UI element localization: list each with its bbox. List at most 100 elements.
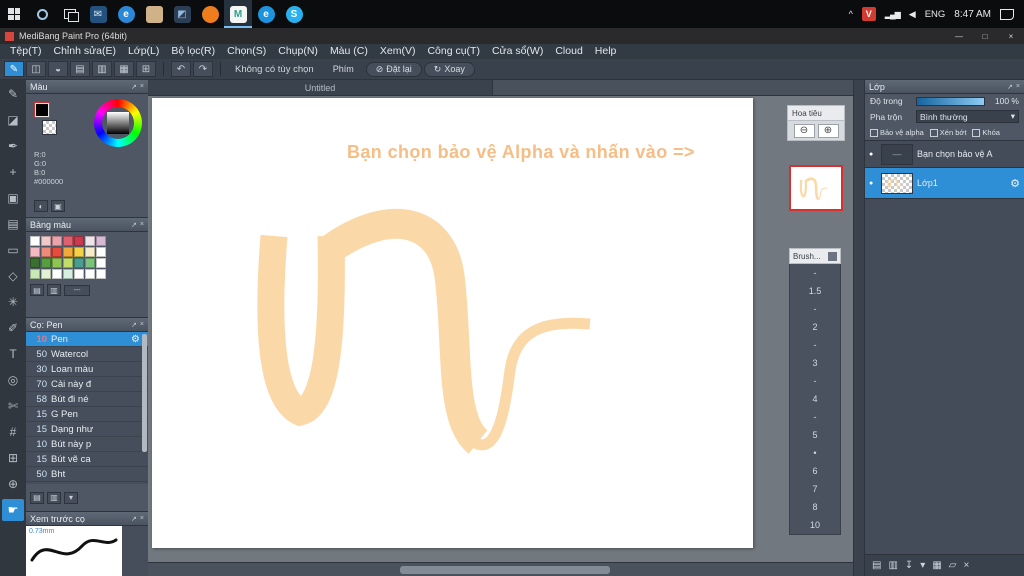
palette-swatch[interactable] bbox=[85, 258, 95, 268]
float-panel-icon[interactable]: ↗ bbox=[131, 321, 137, 329]
redo-button[interactable]: ↷ bbox=[193, 61, 213, 77]
brush-item[interactable]: 58 Bút đi né bbox=[26, 392, 148, 407]
palette-swatch[interactable] bbox=[96, 247, 106, 257]
document-tab[interactable]: Untitled bbox=[148, 80, 493, 95]
task-view-button[interactable] bbox=[56, 0, 84, 28]
menu-item[interactable]: Lớp(L) bbox=[122, 44, 165, 59]
protect-alpha-checkbox[interactable]: Bảo vệ alpha bbox=[870, 128, 924, 137]
taskbar-app-skype[interactable]: S bbox=[280, 0, 308, 28]
move-tool[interactable]: + bbox=[2, 161, 24, 183]
taskbar-app-medibang-paint[interactable]: M bbox=[224, 0, 252, 28]
menu-item[interactable]: Chọn(S) bbox=[221, 44, 272, 59]
brush-size-option[interactable]: 1.5 bbox=[790, 282, 840, 300]
notification-center-icon[interactable] bbox=[1000, 8, 1014, 20]
select-pen-tool[interactable]: ✐ bbox=[2, 317, 24, 339]
brush-size-option[interactable]: • bbox=[790, 444, 840, 462]
menu-item[interactable]: Công cụ(T) bbox=[421, 44, 486, 59]
palette-swatch[interactable] bbox=[63, 236, 73, 246]
menu-item[interactable]: Xem(V) bbox=[374, 44, 422, 59]
menu-item[interactable]: Help bbox=[589, 44, 623, 59]
lasso-tool[interactable]: ◇ bbox=[2, 265, 24, 287]
start-button[interactable] bbox=[0, 0, 28, 28]
zoom-out-button[interactable]: ⊖ bbox=[793, 123, 815, 138]
close-panel-icon[interactable]: × bbox=[140, 321, 144, 328]
dock-divider[interactable] bbox=[853, 80, 865, 576]
zoom-tool[interactable]: ⊕ bbox=[2, 473, 24, 495]
tray-chevron-icon[interactable]: ^ bbox=[849, 9, 853, 19]
palette-swatch[interactable] bbox=[30, 247, 40, 257]
search-button[interactable] bbox=[28, 0, 56, 28]
float-panel-icon[interactable]: ↗ bbox=[131, 221, 137, 229]
palette-swatch[interactable] bbox=[63, 258, 73, 268]
zoom-in-button[interactable]: ⊕ bbox=[817, 123, 839, 138]
brush-item[interactable]: 50 Watercol bbox=[26, 347, 148, 362]
palette-swatch[interactable] bbox=[63, 269, 73, 279]
add-brush[interactable]: ▤ bbox=[30, 491, 44, 504]
panel-scroll-button[interactable] bbox=[828, 251, 837, 261]
delete-brush[interactable]: ▥ bbox=[47, 491, 61, 504]
reset-button[interactable]: ⊘ Đặt lại bbox=[365, 61, 422, 77]
maximize-button[interactable]: □ bbox=[972, 28, 998, 44]
eyedropper-tool[interactable]: ◎ bbox=[2, 369, 24, 391]
add-swatch[interactable]: ▤ bbox=[30, 284, 44, 296]
close-panel-icon[interactable]: × bbox=[1016, 83, 1020, 90]
float-panel-icon[interactable]: ↗ bbox=[131, 83, 137, 91]
brush-item[interactable]: 10 Pen ⚙ bbox=[26, 332, 148, 347]
picker-mode[interactable]: ▣ bbox=[51, 200, 65, 212]
taskbar-app-mail[interactable]: ✉ bbox=[84, 0, 112, 28]
palette-swatch[interactable] bbox=[96, 236, 106, 246]
close-panel-icon[interactable]: × bbox=[140, 515, 144, 522]
new-layer-button[interactable]: ▤ bbox=[872, 560, 881, 571]
save-button[interactable]: ◫ bbox=[26, 61, 46, 77]
brush-size-option[interactable]: 7 bbox=[790, 480, 840, 498]
rotate-button[interactable]: ↻ Xoay bbox=[423, 61, 475, 77]
menu-item[interactable]: Cửa sổ(W) bbox=[486, 44, 549, 59]
palette-swatch[interactable] bbox=[41, 258, 51, 268]
menu-item[interactable]: Bộ lọc(R) bbox=[165, 44, 221, 59]
horizontal-scrollbar[interactable] bbox=[148, 562, 853, 576]
fill-tool[interactable]: ▣ bbox=[2, 187, 24, 209]
palette-swatch[interactable] bbox=[96, 258, 106, 268]
text-tool[interactable]: T bbox=[2, 343, 24, 365]
brush-item[interactable]: 15 Bút vẽ ca bbox=[26, 452, 148, 467]
palette-swatch[interactable] bbox=[30, 269, 40, 279]
brush-item[interactable]: 10 Bút này p bbox=[26, 437, 148, 452]
close-panel-icon[interactable]: × bbox=[140, 83, 144, 90]
eraser-tool[interactable]: ◪ bbox=[2, 109, 24, 131]
palette-swatch[interactable] bbox=[85, 247, 95, 257]
clipping-checkbox[interactable]: Xén bớt bbox=[929, 128, 966, 137]
brush-size-option[interactable]: - bbox=[790, 408, 840, 426]
brush-item[interactable]: 70 Cải này đ bbox=[26, 377, 148, 392]
brush-item[interactable]: 30 Loan màu bbox=[26, 362, 148, 377]
layout-left-button[interactable]: ▤ bbox=[70, 61, 90, 77]
taskbar-app-edge[interactable]: e bbox=[252, 0, 280, 28]
palette-swatch[interactable] bbox=[96, 269, 106, 279]
taskbar-app-firefox[interactable] bbox=[196, 0, 224, 28]
brush-size-option[interactable]: 4 bbox=[790, 390, 840, 408]
delete-layer-button[interactable]: × bbox=[963, 560, 969, 571]
brush-item[interactable]: 15 Dạng như bbox=[26, 422, 148, 437]
layer-settings-icon[interactable]: ⚙ bbox=[1010, 177, 1020, 190]
material-button[interactable]: ▦ bbox=[932, 560, 941, 571]
brush-size-option[interactable]: - bbox=[790, 264, 840, 282]
layer-visibility-toggle[interactable]: ● bbox=[869, 180, 877, 187]
brush-size-option[interactable]: 5 bbox=[790, 426, 840, 444]
float-panel-icon[interactable]: ↗ bbox=[131, 515, 137, 523]
palette-swatch[interactable] bbox=[30, 258, 40, 268]
drawing-canvas[interactable]: Bạn chọn bảo vệ Alpha và nhấn vào => bbox=[152, 98, 753, 548]
select-rect-tool[interactable]: ▭ bbox=[2, 239, 24, 261]
menu-item[interactable]: Cloud bbox=[549, 44, 588, 59]
palette-swatch[interactable] bbox=[52, 269, 62, 279]
gradient-tool[interactable]: ▤ bbox=[2, 213, 24, 235]
pen-tool[interactable]: ✒ bbox=[2, 135, 24, 157]
float-panel-icon[interactable]: ↗ bbox=[1007, 83, 1013, 91]
opacity-slider[interactable] bbox=[916, 96, 985, 106]
palette-swatch[interactable] bbox=[85, 236, 95, 246]
brush-settings-icon[interactable]: ⚙ bbox=[131, 334, 140, 345]
transfer-layer-button[interactable]: ↧ bbox=[905, 560, 913, 571]
brush-item[interactable]: 15 G Pen bbox=[26, 407, 148, 422]
menu-item[interactable]: Chụp(N) bbox=[272, 44, 324, 59]
palette-menu[interactable]: --- bbox=[64, 284, 90, 296]
language-indicator[interactable]: ENG bbox=[925, 9, 946, 20]
brush-size-option[interactable]: - bbox=[790, 336, 840, 354]
